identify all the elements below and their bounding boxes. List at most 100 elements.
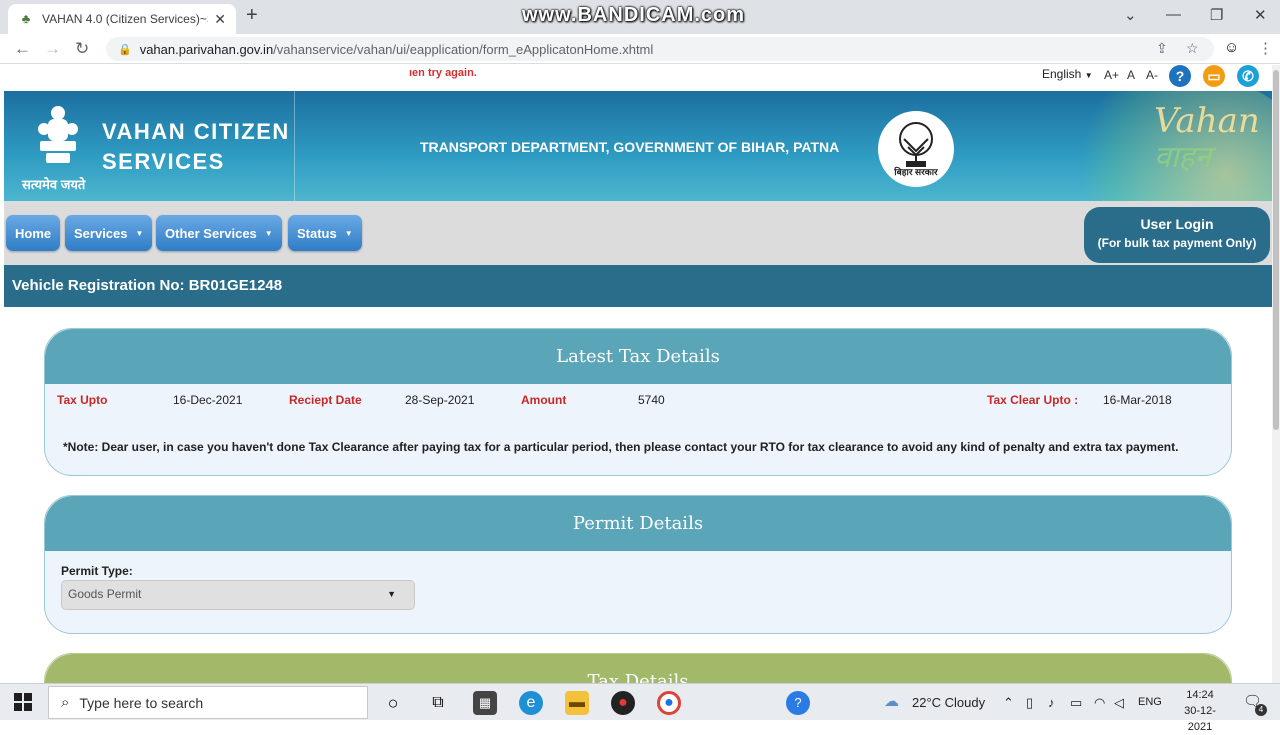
- minimize-icon[interactable]: —: [1166, 6, 1181, 23]
- tax-details-panel: Tax Details: [44, 653, 1232, 683]
- browser-tabbar: ♣ VAHAN 4.0 (Citizen Services)~SP ✕ + ww…: [0, 0, 1280, 34]
- browser-menu-icon[interactable]: ⋮: [1258, 39, 1273, 57]
- device-icon[interactable]: ▯: [1026, 695, 1033, 711]
- chrome-browser-icon[interactable]: ●: [657, 691, 681, 715]
- error-message: ıen try again.: [409, 67, 477, 79]
- volume-icon[interactable]: ◁: [1114, 695, 1124, 711]
- main-navbar: Home Services ▼ Other Services ▼ Status …: [4, 201, 1272, 265]
- help-app-icon[interactable]: ?: [786, 691, 810, 715]
- latest-tax-title: Latest Tax Details: [45, 329, 1231, 384]
- tax-upto-value: 16-Dec-2021: [173, 393, 243, 407]
- nav-services-label: Services: [74, 225, 128, 241]
- user-login-subtitle: (For bulk tax payment Only): [1097, 236, 1257, 250]
- system-clock[interactable]: 14:24 30-12-2021: [1172, 687, 1228, 735]
- permit-details-panel: Permit Details Permit Type: Goods Permit…: [44, 495, 1232, 634]
- vehicle-registration-label: Vehicle Registration No: BR01GE1248: [12, 277, 283, 294]
- browser-toolbar: ← → ↻ 🔒 vahan.parivahan.gov.in /vahanser…: [0, 34, 1280, 64]
- input-language-indicator[interactable]: ENG: [1138, 696, 1162, 708]
- microphone-icon[interactable]: ♪: [1048, 695, 1055, 710]
- wifi-icon[interactable]: ◠: [1094, 695, 1105, 711]
- receipt-date-label: Reciept Date: [289, 393, 362, 407]
- emblem-motto: सत्यमेव जयते: [22, 177, 86, 192]
- seal-caption: बिहार सरकार: [894, 167, 938, 177]
- bookmark-star-icon[interactable]: ☆: [1186, 40, 1199, 57]
- close-window-icon[interactable]: ✕: [1254, 6, 1267, 24]
- url-path: /vahanservice/vahan/ui/eapplication/form…: [273, 41, 654, 57]
- lock-icon: 🔒: [118, 43, 132, 56]
- site-favicon-icon: ♣: [21, 11, 31, 26]
- chevron-down-icon: ▼: [387, 589, 396, 599]
- new-tab-button[interactable]: +: [246, 4, 258, 27]
- tax-details-title: Tax Details: [45, 654, 1231, 683]
- latest-tax-panel: Latest Tax Details Tax Upto 16-Dec-2021 …: [44, 328, 1232, 476]
- search-icon: ⌕: [61, 694, 70, 711]
- font-normal-button[interactable]: A: [1127, 68, 1135, 82]
- clock-date: 30-12-2021: [1184, 705, 1216, 733]
- brand-line-2: SERVICES: [102, 149, 225, 174]
- nav-other-services-label: Other Services: [165, 225, 257, 241]
- tax-upto-label: Tax Upto: [57, 393, 108, 407]
- nav-status-button[interactable]: Status ▼: [288, 215, 362, 251]
- restore-icon[interactable]: ❐: [1210, 6, 1223, 24]
- department-title: TRANSPORT DEPARTMENT, GOVERNMENT OF BIHA…: [420, 139, 840, 155]
- page-scrollbar-thumb[interactable]: [1273, 70, 1279, 430]
- windows-start-icon[interactable]: [14, 693, 32, 711]
- profile-avatar-icon[interactable]: ☺: [1224, 39, 1239, 56]
- user-login-button[interactable]: User Login (For bulk tax payment Only): [1084, 207, 1270, 263]
- edge-browser-icon[interactable]: e: [519, 691, 543, 715]
- receipt-date-value: 28-Sep-2021: [405, 393, 475, 407]
- notification-count-badge: 4: [1255, 704, 1267, 716]
- tab-title: VAHAN 4.0 (Citizen Services)~SP: [42, 12, 209, 26]
- battery-icon[interactable]: ▭: [1070, 695, 1082, 711]
- cortana-icon[interactable]: ○: [381, 691, 405, 715]
- header-banner: सत्यमेव जयते VAHAN CITIZEN SERVICES TRAN…: [4, 91, 1272, 201]
- reload-icon[interactable]: ↻: [75, 39, 89, 59]
- site-brand: VAHAN CITIZEN SERVICES: [102, 117, 290, 177]
- brand-line-1: VAHAN CITIZEN: [102, 119, 290, 144]
- permit-type-label: Permit Type:: [61, 564, 133, 578]
- vehicle-registration-bar: Vehicle Registration No: BR01GE1248: [4, 265, 1272, 307]
- tax-clear-label: Tax Clear Upto :: [987, 393, 1079, 407]
- chevron-down-icon: ▼: [135, 228, 144, 238]
- nav-services-button[interactable]: Services ▼: [65, 215, 153, 251]
- nav-other-services-button[interactable]: Other Services ▼: [156, 215, 282, 251]
- back-icon[interactable]: ←: [14, 39, 31, 59]
- permit-type-select[interactable]: Goods Permit ▼: [61, 580, 415, 610]
- permit-details-title: Permit Details: [45, 496, 1231, 551]
- language-select[interactable]: English ▼: [1042, 67, 1093, 81]
- bihar-seal-logo: बिहार सरकार: [878, 111, 954, 187]
- chevron-down-icon: ▼: [1084, 71, 1093, 80]
- task-view-icon[interactable]: ⧉: [426, 691, 450, 715]
- amount-label: Amount: [521, 393, 567, 407]
- file-explorer-icon[interactable]: ▬: [565, 691, 589, 715]
- show-hidden-icons-icon[interactable]: ⌃: [1003, 695, 1014, 711]
- nav-home-label: Home: [15, 225, 52, 241]
- permit-type-value: Goods Permit: [68, 587, 142, 601]
- recording-watermark: www.BANDICAM.com: [522, 4, 746, 26]
- help-icon[interactable]: ?: [1169, 65, 1191, 87]
- close-tab-icon[interactable]: ✕: [214, 11, 226, 28]
- chevron-down-icon: ▼: [344, 228, 353, 238]
- forward-icon[interactable]: →: [44, 39, 61, 59]
- manual-book-icon[interactable]: ▭: [1203, 65, 1225, 87]
- font-decrease-button[interactable]: A-: [1146, 68, 1158, 82]
- tab-search-icon[interactable]: ⌄: [1124, 6, 1137, 24]
- weather-cloud-icon[interactable]: ☁: [884, 692, 899, 710]
- windows-taskbar: ⌕ Type here to search ○ ⧉ ▦ e ▬ ● ● ? ☁ …: [0, 683, 1280, 733]
- share-icon[interactable]: ⇪: [1156, 40, 1168, 57]
- clock-time: 14:24: [1186, 689, 1214, 701]
- taskbar-search-placeholder: Type here to search: [79, 694, 204, 711]
- web-page: ıen try again. English ▼ A+ A A- ? ▭ ✆ स…: [0, 65, 1272, 683]
- address-bar[interactable]: 🔒 vahan.parivahan.gov.in /vahanservice/v…: [106, 37, 1214, 61]
- taskbar-search-box[interactable]: ⌕ Type here to search: [48, 686, 368, 719]
- calculator-icon[interactable]: ▦: [473, 691, 497, 715]
- bandicam-record-icon[interactable]: ●: [611, 691, 635, 715]
- browser-tab[interactable]: ♣ VAHAN 4.0 (Citizen Services)~SP ✕: [8, 4, 236, 34]
- tax-clearance-note: *Note: Dear user, in case you haven't do…: [63, 440, 1179, 454]
- font-increase-button[interactable]: A+: [1104, 68, 1119, 82]
- amount-value: 5740: [638, 393, 665, 407]
- user-login-label: User Login: [1140, 216, 1214, 232]
- weather-text[interactable]: 22°C Cloudy: [912, 695, 985, 710]
- nav-home-button[interactable]: Home: [6, 215, 61, 251]
- phone-icon[interactable]: ✆: [1237, 65, 1259, 87]
